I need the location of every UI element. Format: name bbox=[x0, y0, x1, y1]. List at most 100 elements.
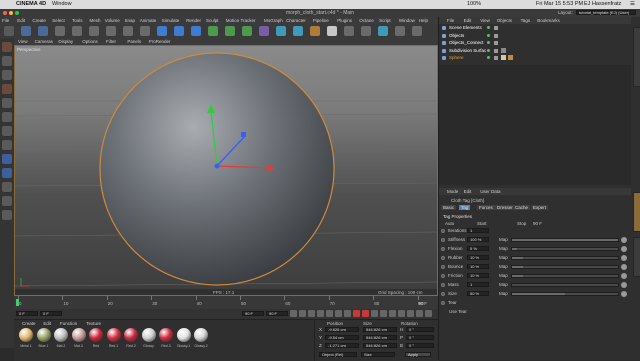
stop-value[interactable]: 90 F bbox=[533, 221, 542, 226]
object-menu-bookmarks[interactable]: Bookmarks bbox=[537, 18, 560, 23]
points-mode-icon[interactable] bbox=[2, 42, 12, 52]
size-field[interactable]: 546.826 cm bbox=[363, 343, 397, 348]
attribute-menu-user-data[interactable]: User Data bbox=[480, 189, 500, 194]
map-link-icon[interactable] bbox=[621, 282, 627, 288]
material-swatch[interactable] bbox=[176, 328, 191, 342]
size-field[interactable]: 546.826 cm bbox=[363, 327, 397, 332]
move-tool-icon[interactable] bbox=[21, 26, 31, 36]
boole-icon[interactable] bbox=[259, 26, 269, 36]
coordinate-system-icon[interactable] bbox=[123, 26, 133, 36]
texture-mode-icon[interactable] bbox=[2, 98, 12, 108]
workplane-icon[interactable] bbox=[361, 26, 371, 36]
cloth-tag-icon[interactable] bbox=[508, 55, 513, 60]
map-slider[interactable] bbox=[511, 256, 619, 260]
menu-file[interactable]: File bbox=[2, 18, 9, 23]
object-menu-view[interactable]: View bbox=[480, 18, 490, 23]
edges-mode-icon[interactable] bbox=[2, 56, 12, 66]
material-swatch[interactable] bbox=[141, 328, 156, 342]
menu-window[interactable]: Window bbox=[399, 18, 415, 23]
side-tab-objects[interactable] bbox=[633, 27, 640, 87]
material-swatch[interactable] bbox=[159, 328, 173, 342]
object-name[interactable]: Subdivision Surfac bbox=[449, 48, 486, 53]
battery-status[interactable]: 100% bbox=[467, 1, 481, 7]
workplane-icon[interactable] bbox=[2, 112, 12, 122]
map-link-icon[interactable] bbox=[621, 246, 627, 252]
timeline[interactable]: 0 10 20 30 40 50 60 70 80 90 90 F bbox=[14, 296, 438, 309]
viewport-menu-prorender[interactable]: ProRender bbox=[149, 39, 171, 44]
object-menu-file[interactable]: File bbox=[447, 18, 454, 23]
menu-select[interactable]: Select bbox=[52, 18, 65, 23]
param-value-field[interactable]: 100 % bbox=[467, 237, 489, 242]
scale-tool-icon[interactable] bbox=[38, 26, 48, 36]
y-lock-icon[interactable] bbox=[89, 26, 99, 36]
material-swatch[interactable] bbox=[106, 328, 121, 342]
object-row[interactable]: Objects_Connect bbox=[439, 40, 631, 47]
object-name[interactable]: Sphere bbox=[449, 55, 464, 60]
locked-workplane-icon[interactable] bbox=[2, 210, 12, 220]
material-swatch[interactable] bbox=[124, 328, 138, 342]
end-frame-field[interactable]: 90 F bbox=[242, 311, 264, 316]
preview-end-field[interactable]: 90 F bbox=[266, 311, 288, 316]
menu-icon[interactable]: ☰ bbox=[630, 1, 635, 7]
snap-icon[interactable] bbox=[2, 126, 12, 136]
animate-dot-icon[interactable] bbox=[441, 283, 445, 287]
menu-mograph[interactable]: MoGraph bbox=[264, 18, 283, 23]
record-icon[interactable] bbox=[353, 310, 360, 317]
rotate-tool-icon[interactable] bbox=[55, 26, 65, 36]
param-value-field[interactable]: 10 % bbox=[467, 273, 489, 278]
param-value-field[interactable]: 1 bbox=[467, 282, 489, 287]
enable-check-icon[interactable] bbox=[494, 26, 498, 30]
object-name[interactable]: Scene Elements bbox=[449, 25, 482, 30]
menu-animate[interactable]: Animate bbox=[140, 18, 157, 23]
position-field[interactable]: -9.54 cm bbox=[325, 335, 359, 340]
visibility-dot-icon[interactable] bbox=[487, 48, 490, 52]
map-slider[interactable] bbox=[511, 292, 619, 296]
animate-dot-icon[interactable] bbox=[441, 256, 445, 260]
menu-motion-tracker[interactable]: Motion Tracker bbox=[226, 18, 256, 23]
window-menu[interactable]: Window bbox=[52, 1, 72, 7]
map-slider[interactable] bbox=[511, 283, 619, 287]
axis-icon[interactable] bbox=[378, 26, 388, 36]
menu-help[interactable]: Help bbox=[419, 18, 428, 23]
keyframe-selection-icon[interactable] bbox=[371, 310, 378, 317]
menu-pipeline[interactable]: Pipeline bbox=[313, 18, 329, 23]
viewport-menu-view[interactable]: View bbox=[18, 39, 28, 44]
layout-select[interactable]: tutorial_template (EJ) (User) bbox=[576, 10, 636, 15]
menu-render[interactable]: Render bbox=[186, 18, 201, 23]
next-frame-icon[interactable] bbox=[326, 310, 333, 317]
menu-tools[interactable]: Tools bbox=[72, 18, 83, 23]
texture-mode-icon[interactable] bbox=[412, 26, 422, 36]
object-menu-objects[interactable]: Objects bbox=[497, 18, 512, 23]
material-swatch[interactable] bbox=[89, 328, 103, 342]
viewport[interactable]: Perspective FPS : 17.1 Grid Spacing : 10… bbox=[14, 45, 438, 296]
tab-tag[interactable]: Tag bbox=[459, 205, 471, 210]
material-swatch[interactable] bbox=[54, 328, 68, 342]
object-name[interactable]: Objects bbox=[449, 33, 464, 38]
rotation-field[interactable]: 0 ° bbox=[406, 327, 434, 332]
menu-volume[interactable]: Volume bbox=[105, 18, 120, 23]
start-frame-field[interactable]: 0 F bbox=[40, 311, 62, 316]
menu-create[interactable]: Create bbox=[32, 18, 46, 23]
map-slider[interactable] bbox=[511, 238, 619, 242]
menu-script[interactable]: Script bbox=[379, 18, 391, 23]
model-mode-icon[interactable] bbox=[395, 26, 405, 36]
play-icon[interactable] bbox=[317, 310, 324, 317]
animate-dot-icon[interactable] bbox=[441, 238, 445, 242]
object-name[interactable]: Objects_Connect bbox=[449, 40, 484, 45]
enable-check-icon[interactable] bbox=[494, 48, 498, 53]
polygons-mode-icon[interactable] bbox=[2, 70, 12, 80]
use-tear-checkbox[interactable]: Use Tear bbox=[449, 309, 467, 314]
apply-button[interactable]: Apply bbox=[405, 352, 431, 357]
pen-icon[interactable] bbox=[208, 26, 218, 36]
axis-mode-icon[interactable] bbox=[2, 154, 12, 164]
schematic-icon[interactable] bbox=[425, 310, 432, 317]
map-slider[interactable] bbox=[511, 247, 619, 251]
object-row[interactable]: Objects bbox=[439, 33, 631, 40]
material-swatch[interactable] bbox=[19, 328, 33, 342]
map-link-icon[interactable] bbox=[621, 291, 627, 297]
tab-basic[interactable]: Basic bbox=[441, 205, 457, 210]
animate-dot-icon[interactable] bbox=[441, 274, 445, 278]
tab-expert[interactable]: Expert bbox=[531, 205, 549, 210]
sphere-object[interactable] bbox=[99, 52, 335, 286]
menu-character[interactable]: Character bbox=[286, 18, 306, 23]
